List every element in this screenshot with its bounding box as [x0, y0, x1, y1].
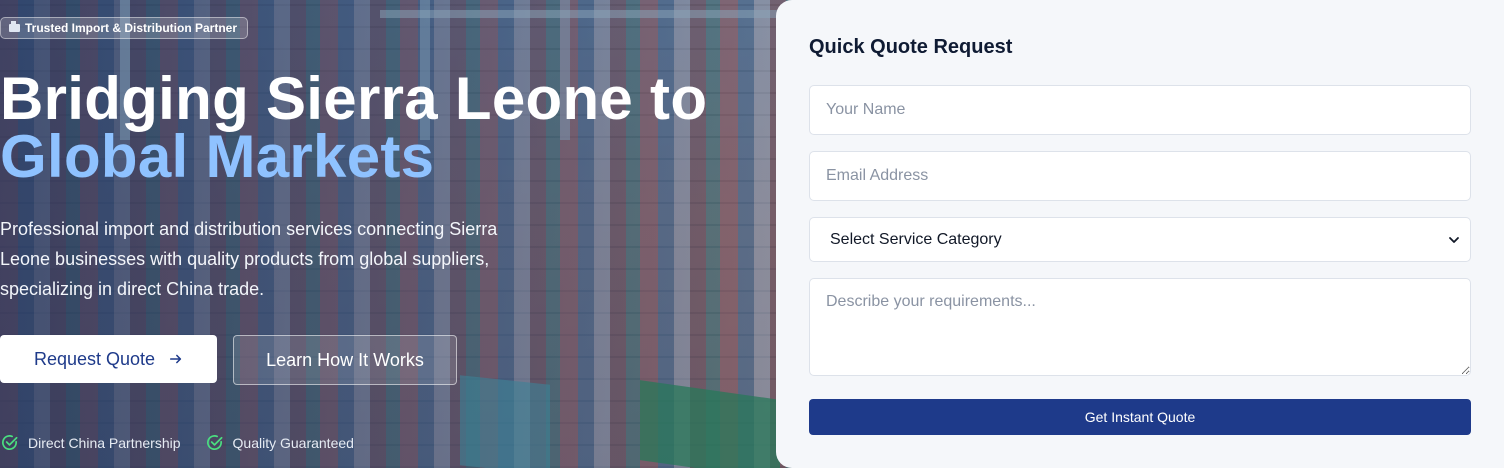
badge-label: Trusted Import & Distribution Partner	[25, 21, 238, 35]
request-quote-label: Request Quote	[33, 348, 156, 369]
feature-label: Direct China Partnership	[28, 434, 181, 451]
arrow-right-icon	[169, 354, 182, 364]
email-input[interactable]	[809, 151, 1471, 201]
feature-list: Direct China Partnership Quality Guarant…	[0, 433, 354, 452]
ship-icon	[9, 21, 20, 32]
feature-item-china-partnership: Direct China Partnership	[0, 433, 181, 452]
feature-label: Quality Guaranteed	[232, 434, 354, 451]
hero-headline: Bridging Sierra Leone to Global Markets	[0, 65, 708, 190]
requirements-textarea[interactable]	[809, 278, 1471, 376]
name-input[interactable]	[809, 85, 1471, 135]
check-circle-icon	[206, 435, 222, 451]
headline-line-2: Global Markets	[0, 123, 435, 190]
check-circle-icon	[2, 435, 18, 451]
hero-section: Trusted Import & Distribution Partner Br…	[0, 0, 776, 468]
service-category-select[interactable]: Select Service Category	[809, 217, 1471, 262]
get-instant-quote-button[interactable]: Get Instant Quote	[809, 399, 1471, 435]
quick-quote-panel: Quick Quote Request Select Service Categ…	[776, 0, 1504, 468]
learn-how-it-works-button[interactable]: Learn How It Works	[233, 335, 457, 385]
trusted-partner-badge: Trusted Import & Distribution Partner	[0, 17, 249, 39]
hero-description: Professional import and distribution ser…	[0, 219, 498, 299]
feature-item-quality-guaranteed: Quality Guaranteed	[205, 433, 354, 452]
request-quote-button[interactable]: Request Quote	[0, 335, 217, 383]
headline-line-1: Bridging Sierra Leone to	[0, 65, 708, 132]
service-category-value: Select Service Category	[830, 230, 1002, 248]
quote-form-title: Quick Quote Request	[809, 36, 1013, 58]
chevron-down-icon	[1449, 236, 1459, 243]
